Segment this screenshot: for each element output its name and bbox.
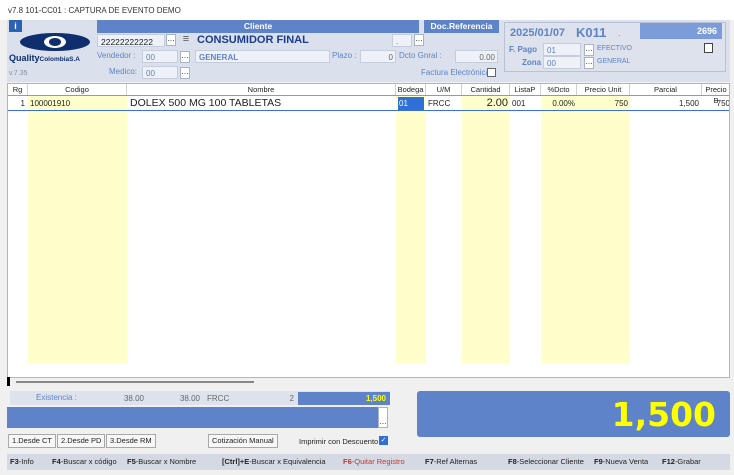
- dcto-field[interactable]: 0.00: [455, 50, 498, 63]
- cell-bodega[interactable]: 01: [398, 97, 424, 110]
- fpago-code-field[interactable]: 01: [543, 43, 581, 56]
- info-icon[interactable]: i: [9, 20, 22, 32]
- vendedor-lookup-button[interactable]: …: [180, 51, 190, 63]
- vendedor-code-field[interactable]: 00: [142, 50, 178, 63]
- window-title: v7.8 101-CC01 : CAPTURA DE EVENTO DEMO: [0, 0, 734, 20]
- logo-icon: [20, 33, 90, 51]
- shortcut-f5[interactable]: F5-Buscar x Nombre: [127, 454, 196, 470]
- cliente-header: Cliente: [97, 20, 419, 33]
- shortcut-f6[interactable]: F6-Quitar Registro: [343, 454, 405, 470]
- desde-rm-button[interactable]: 3.Desde RM: [106, 434, 156, 448]
- doc-number: 2696: [640, 23, 722, 39]
- dcto-label: Dcto Gnral :: [399, 51, 442, 60]
- logo-suffix: ColombiaS.A: [39, 56, 80, 63]
- col-listap[interactable]: ListaP: [510, 84, 541, 95]
- plazo-field[interactable]: 0: [360, 50, 396, 63]
- docref-header: Doc.Referencia: [424, 20, 499, 33]
- fpago-label: F. Pago: [509, 45, 538, 54]
- col-precio-unit[interactable]: Precio Unit: [577, 84, 630, 95]
- grid-scroll-marker: [7, 377, 10, 386]
- cell-codigo[interactable]: 100001910: [30, 97, 70, 110]
- medico-lookup-button[interactable]: …: [180, 67, 190, 79]
- existencia-count: 2: [260, 392, 296, 405]
- col-um[interactable]: U/M: [426, 84, 462, 95]
- cell-rg: 1: [20, 99, 25, 108]
- version-label: v.7.35: [9, 70, 28, 77]
- col-cantidad[interactable]: Cantidad: [462, 84, 510, 95]
- doc-date: 2025/01/07: [510, 27, 566, 39]
- doc-code: K011: [576, 25, 607, 40]
- footer-shortcuts: F3-Info F4-Buscar x código F5-Buscar x N…: [7, 454, 730, 470]
- desde-ct-button[interactable]: 1.Desde CT: [8, 434, 57, 448]
- logo-brand: Quality: [9, 53, 40, 63]
- col-parcial[interactable]: Parcial: [630, 84, 702, 95]
- col-codigo[interactable]: Codigo: [28, 84, 127, 95]
- cell-precio-b: 750: [716, 99, 730, 108]
- medico-label: Medico:: [109, 67, 138, 76]
- col-precio-b[interactable]: Precio B: [702, 84, 729, 105]
- total-display: 1,500: [417, 391, 730, 437]
- cell-parcial: 1,500: [678, 99, 699, 108]
- notes-lookup-button[interactable]: …: [378, 407, 388, 428]
- precio-column-bg: [577, 95, 630, 363]
- shortcut-f8[interactable]: F8-Seleccionar Cliente: [508, 454, 584, 470]
- cell-precio-unit[interactable]: 750: [577, 97, 628, 110]
- vendedor-name-field: GENERAL: [195, 50, 330, 63]
- items-grid[interactable]: Rg Codigo Nombre Bodega U/M Cantidad Lis…: [7, 83, 730, 378]
- cotizacion-button[interactable]: Cotización Manual: [208, 434, 278, 448]
- shortcut-f7[interactable]: F7-Ref Alternas: [425, 454, 477, 470]
- dcto-column-bg: [541, 95, 577, 363]
- codigo-column-bg: [28, 95, 127, 363]
- shortcut-f12[interactable]: F12-Grabar: [662, 454, 701, 470]
- col-dcto[interactable]: %Dcto: [541, 84, 577, 95]
- shortcut-f3[interactable]: F3-Info: [10, 454, 34, 470]
- calendar-icon[interactable]: [704, 43, 713, 53]
- doc-dot: .: [618, 28, 621, 38]
- zona-label: Zona: [522, 58, 542, 67]
- imprimir-checkbox[interactable]: ✓: [379, 436, 388, 445]
- col-nombre[interactable]: Nombre: [127, 84, 396, 95]
- cantidad-column-bg: [462, 95, 510, 363]
- cell-um[interactable]: FRCC: [428, 97, 450, 110]
- vendedor-label: Vendedor :: [97, 51, 136, 60]
- zona-code-field[interactable]: 00: [543, 56, 581, 69]
- fpago-lookup-button[interactable]: …: [584, 44, 594, 56]
- plazo-label: Plazo :: [332, 51, 357, 60]
- cell-listap[interactable]: 001: [512, 97, 525, 110]
- zona-lookup-button[interactable]: …: [584, 57, 594, 69]
- desde-pd-button[interactable]: 2.Desde PD: [57, 434, 106, 448]
- existencia-total: 1,500: [298, 392, 390, 405]
- col-rg[interactable]: Rg: [8, 84, 28, 95]
- col-bodega[interactable]: Bodega: [396, 84, 426, 95]
- zona-name: GENERAL: [597, 58, 631, 65]
- shortcut-f9[interactable]: F9-Nueva Venta: [594, 454, 648, 470]
- existencia-label: Existencia :: [36, 393, 77, 402]
- cell-cantidad[interactable]: 2.00: [462, 97, 508, 110]
- shortcut-f4[interactable]: F4-Buscar x código: [52, 454, 117, 470]
- horizontal-scrollbar[interactable]: [16, 381, 254, 383]
- cell-nombre[interactable]: DOLEX 500 MG 100 TABLETAS: [130, 97, 281, 110]
- bodega-column-bg: [396, 95, 426, 363]
- fpago-name: EFECTIVO: [597, 45, 633, 52]
- factura-label: Factura Electrónica: [421, 68, 490, 77]
- notes-bar[interactable]: [7, 407, 382, 428]
- docref-field[interactable]: .: [392, 34, 412, 47]
- logo-text: QualityColombiaS.A: [9, 53, 80, 63]
- menu-icon[interactable]: ≡: [180, 34, 192, 46]
- imprimir-label: Imprimir con Descuento: [299, 437, 379, 446]
- factura-checkbox[interactable]: [487, 68, 496, 77]
- existencia-um: FRCC: [204, 392, 258, 405]
- total-value: 1,500: [611, 395, 716, 434]
- medico-code-field[interactable]: 00: [142, 66, 178, 79]
- existencia-value-1: 38.00: [80, 392, 146, 405]
- docref-lookup-button[interactable]: …: [414, 34, 424, 46]
- cell-dcto[interactable]: 0.00%: [541, 97, 575, 110]
- shortcut-ctrl-e[interactable]: [Ctrl]+E-Buscar x Equivalencia: [222, 454, 326, 470]
- existencia-value-2: 38.00: [148, 392, 202, 405]
- cliente-name: CONSUMIDOR FINAL: [197, 34, 309, 46]
- cliente-code-field[interactable]: 22222222222: [97, 34, 165, 47]
- cliente-lookup-button[interactable]: …: [166, 34, 176, 46]
